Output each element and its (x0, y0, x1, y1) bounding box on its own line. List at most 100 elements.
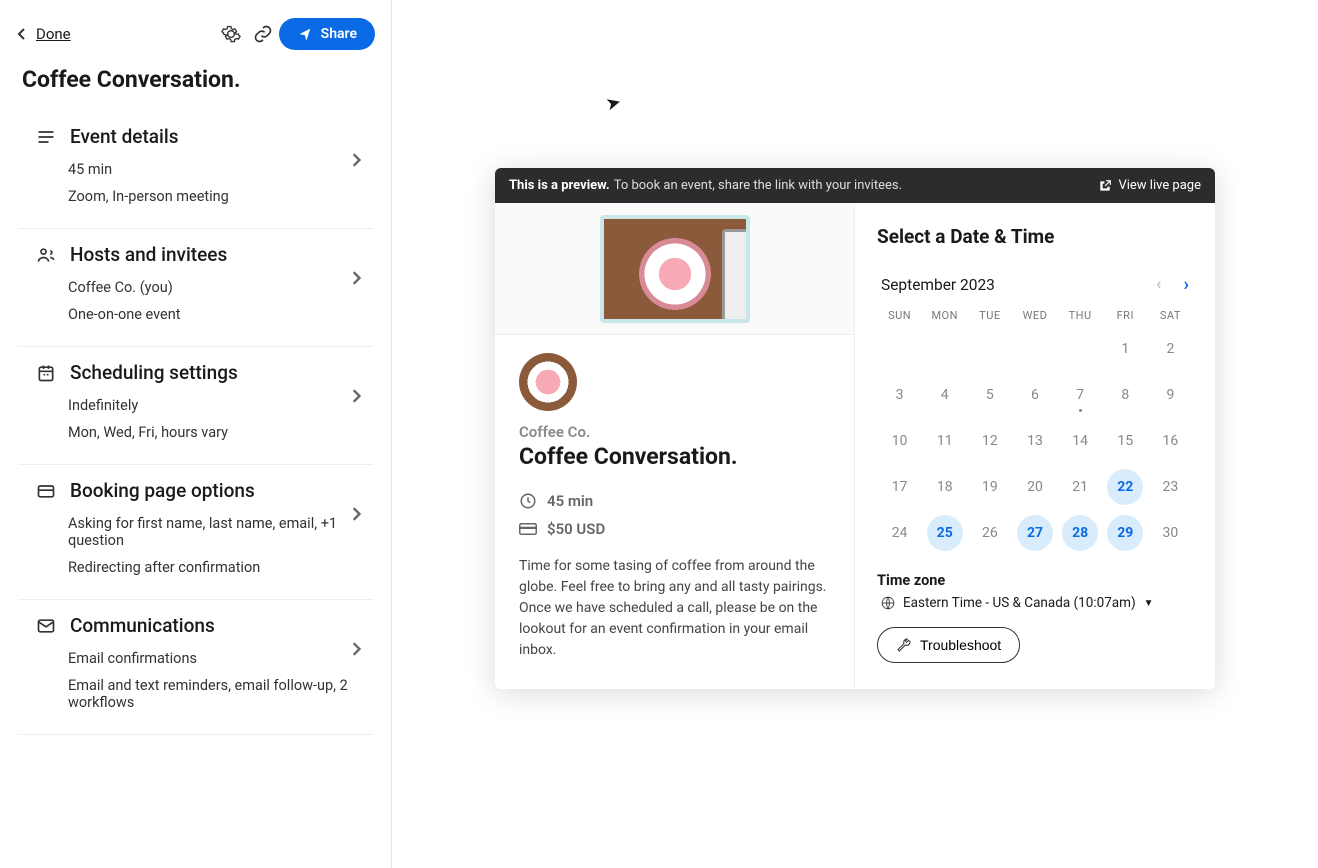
calendar-day: 6 (1012, 376, 1057, 414)
calendar-day (877, 330, 922, 368)
next-month-button[interactable]: › (1184, 274, 1189, 295)
calendar-day: 20 (1012, 468, 1057, 506)
external-link-icon (1098, 179, 1112, 193)
event-description: Time for some tasing of coffee from arou… (519, 556, 830, 661)
page-title: Coffee Conversation. (0, 60, 391, 111)
calendar-day: 15 (1103, 422, 1148, 460)
calendar-day (1058, 330, 1103, 368)
timezone-selector[interactable]: Eastern Time - US & Canada (10:07am) ▼ (877, 595, 1193, 611)
view-live-link[interactable]: View live page (1098, 178, 1201, 193)
section-line: 45 min (68, 156, 355, 183)
section[interactable]: Event details 45 minZoom, In-person meet… (18, 111, 373, 229)
calendar-pane: Select a Date & Time September 2023 ‹ › … (855, 203, 1215, 689)
event-name: Coffee Conversation. (519, 443, 830, 470)
wrench-icon (896, 637, 912, 653)
share-icon (297, 26, 313, 42)
calendar-day: 11 (922, 422, 967, 460)
host-name: Coffee Co. (519, 423, 830, 441)
chevron-left-icon (16, 28, 28, 40)
calendar-day: 21 (1058, 468, 1103, 506)
calendar-day: 10 (877, 422, 922, 460)
calendar-day: 24 (877, 514, 922, 552)
section-line: Email and text reminders, email follow-u… (68, 672, 355, 716)
prev-month-button[interactable]: ‹ (1156, 274, 1161, 295)
gear-icon (221, 24, 241, 44)
avatar (519, 353, 577, 411)
section-heading: Booking page options (70, 479, 255, 502)
section-line: Email confirmations (68, 645, 355, 672)
section-heading: Event details (70, 125, 179, 148)
share-button[interactable]: Share (279, 18, 375, 50)
troubleshoot-button[interactable]: Troubleshoot (877, 627, 1020, 663)
select-date-title: Select a Date & Time (877, 225, 1193, 248)
section[interactable]: Communications Email confirmationsEmail … (18, 600, 373, 735)
copy-link-button[interactable] (247, 18, 279, 50)
section-heading: Communications (70, 614, 215, 637)
editor-sidebar: Done Share Coffee Conversation. Event de… (0, 0, 392, 868)
calendar-day (967, 330, 1012, 368)
globe-icon (881, 596, 895, 610)
calendar-day: 26 (967, 514, 1012, 552)
calendar-day: 3 (877, 376, 922, 414)
price-value: $50 USD (547, 520, 605, 538)
section-heading: Scheduling settings (70, 361, 238, 384)
section-line: Mon, Wed, Fri, hours vary (68, 419, 355, 446)
dow-label: TUE (967, 309, 1012, 322)
dow-label: THU (1058, 309, 1103, 322)
section[interactable]: Hosts and invitees Coffee Co. (you)One-o… (18, 229, 373, 347)
calendar-day-available[interactable]: 22 (1103, 468, 1148, 506)
dow-label: SUN (877, 309, 922, 322)
section-heading: Hosts and invitees (70, 243, 227, 266)
calendar-day: 14 (1058, 422, 1103, 460)
section-icon (36, 245, 56, 265)
chevron-right-icon (349, 271, 363, 285)
settings-button[interactable] (215, 18, 247, 50)
calendar-day: 8 (1103, 376, 1148, 414)
booking-card: This is a preview. To book an event, sha… (495, 168, 1215, 689)
link-icon (253, 24, 273, 44)
calendar-day: 2 (1148, 330, 1193, 368)
section-icon (36, 481, 56, 501)
section-line: Redirecting after confirmation (68, 554, 355, 581)
calendar-day (1012, 330, 1057, 368)
section-line: Asking for first name, last name, email,… (68, 510, 355, 554)
troubleshoot-label: Troubleshoot (920, 637, 1001, 653)
duration-value: 45 min (547, 492, 593, 510)
caret-down-icon: ▼ (1144, 598, 1154, 609)
event-info-pane: Coffee Co. Coffee Conversation. 45 min $… (495, 203, 855, 689)
section[interactable]: Booking page options Asking for first na… (18, 465, 373, 600)
banner-bold: This is a preview. (509, 178, 610, 193)
done-button[interactable]: Done (16, 25, 71, 43)
banner-text: To book an event, share the link with yo… (614, 178, 902, 193)
calendar-day: 30 (1148, 514, 1193, 552)
dow-label: SAT (1148, 309, 1193, 322)
calendar-day: 7 (1058, 376, 1103, 414)
preview-area: This is a preview. To book an event, sha… (392, 0, 1318, 868)
calendar-day: 13 (1012, 422, 1057, 460)
preview-banner: This is a preview. To book an event, sha… (495, 168, 1215, 203)
calendar-day-available[interactable]: 25 (922, 514, 967, 552)
hero-image (495, 203, 854, 335)
dow-label: FRI (1103, 309, 1148, 322)
calendar-day: 18 (922, 468, 967, 506)
price-row: $50 USD (519, 520, 830, 538)
dow-label: WED (1012, 309, 1057, 322)
calendar-day: 1 (1103, 330, 1148, 368)
chevron-right-icon (349, 153, 363, 167)
month-label: September 2023 (881, 276, 995, 294)
calendar-day: 12 (967, 422, 1012, 460)
calendar-day: 16 (1148, 422, 1193, 460)
section-line: One-on-one event (68, 301, 355, 328)
calendar-day: 9 (1148, 376, 1193, 414)
calendar-day-available[interactable]: 29 (1103, 514, 1148, 552)
chevron-right-icon (349, 642, 363, 656)
section-line: Zoom, In-person meeting (68, 183, 355, 210)
calendar-day-available[interactable]: 27 (1012, 514, 1057, 552)
view-live-label: View live page (1118, 178, 1201, 193)
section[interactable]: Scheduling settings IndefinitelyMon, Wed… (18, 347, 373, 465)
section-line: Coffee Co. (you) (68, 274, 355, 301)
calendar-day-available[interactable]: 28 (1058, 514, 1103, 552)
timezone-label: Time zone (877, 572, 1193, 589)
chevron-right-icon (349, 507, 363, 521)
section-icon (36, 127, 56, 147)
